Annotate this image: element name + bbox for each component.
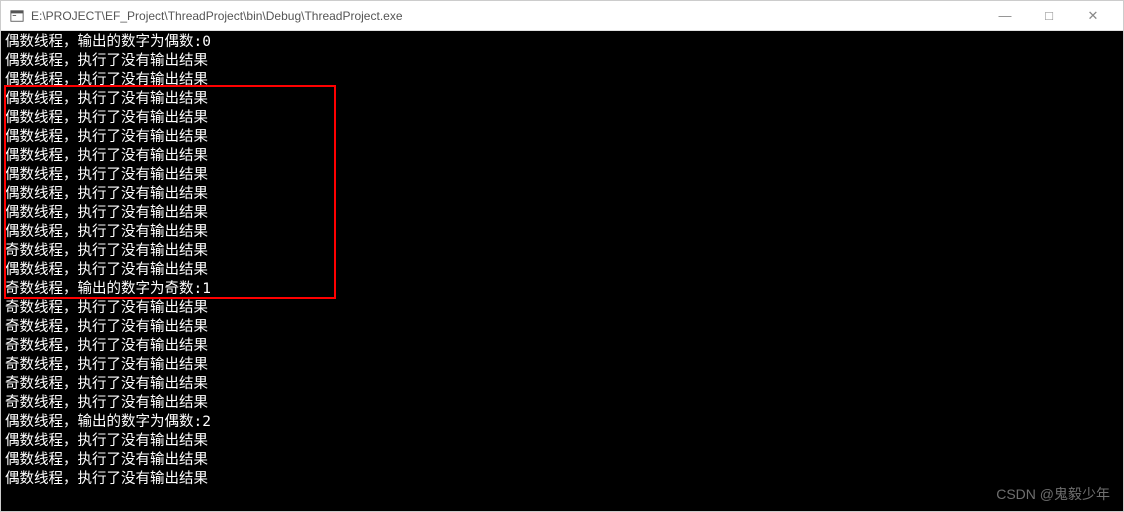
console-line: 偶数线程，执行了没有输出结果 xyxy=(5,223,1119,242)
console-line: 奇数线程，执行了没有输出结果 xyxy=(5,337,1119,356)
console-line: 奇数线程，执行了没有输出结果 xyxy=(5,356,1119,375)
console-line: 偶数线程，输出的数字为偶数:0 xyxy=(5,33,1119,52)
console-line: 偶数线程，执行了没有输出结果 xyxy=(5,204,1119,223)
console-line: 偶数线程，执行了没有输出结果 xyxy=(5,128,1119,147)
console-line: 偶数线程，执行了没有输出结果 xyxy=(5,432,1119,451)
console-line: 偶数线程，执行了没有输出结果 xyxy=(5,109,1119,128)
console-line: 奇数线程，执行了没有输出结果 xyxy=(5,318,1119,337)
console-line: 偶数线程，执行了没有输出结果 xyxy=(5,185,1119,204)
console-line: 偶数线程，执行了没有输出结果 xyxy=(5,470,1119,489)
console-line: 偶数线程，输出的数字为偶数:2 xyxy=(5,413,1119,432)
console-line: 偶数线程，执行了没有输出结果 xyxy=(5,90,1119,109)
window-title: E:\PROJECT\EF_Project\ThreadProject\bin\… xyxy=(31,9,977,23)
console-line: 奇数线程，执行了没有输出结果 xyxy=(5,375,1119,394)
console-line: 奇数线程，执行了没有输出结果 xyxy=(5,299,1119,318)
minimize-button[interactable]: — xyxy=(983,2,1027,30)
titlebar[interactable]: E:\PROJECT\EF_Project\ThreadProject\bin\… xyxy=(1,1,1123,31)
console-line: 偶数线程，执行了没有输出结果 xyxy=(5,261,1119,280)
console-window: E:\PROJECT\EF_Project\ThreadProject\bin\… xyxy=(0,0,1124,512)
app-icon xyxy=(9,8,25,24)
console-line: 偶数线程，执行了没有输出结果 xyxy=(5,52,1119,71)
window-controls: — □ ✕ xyxy=(983,2,1115,30)
console-line: 偶数线程，执行了没有输出结果 xyxy=(5,71,1119,90)
console-line: 奇数线程，执行了没有输出结果 xyxy=(5,242,1119,261)
console-line: 偶数线程，执行了没有输出结果 xyxy=(5,451,1119,470)
close-button[interactable]: ✕ xyxy=(1071,2,1115,30)
console-line: 奇数线程，执行了没有输出结果 xyxy=(5,394,1119,413)
console-line: 奇数线程，输出的数字为奇数:1 xyxy=(5,280,1119,299)
console-output[interactable]: 偶数线程，输出的数字为偶数:0 偶数线程，执行了没有输出结果 偶数线程，执行了没… xyxy=(1,31,1123,511)
maximize-button[interactable]: □ xyxy=(1027,2,1071,30)
console-line: 偶数线程，执行了没有输出结果 xyxy=(5,147,1119,166)
console-line: 偶数线程，执行了没有输出结果 xyxy=(5,166,1119,185)
